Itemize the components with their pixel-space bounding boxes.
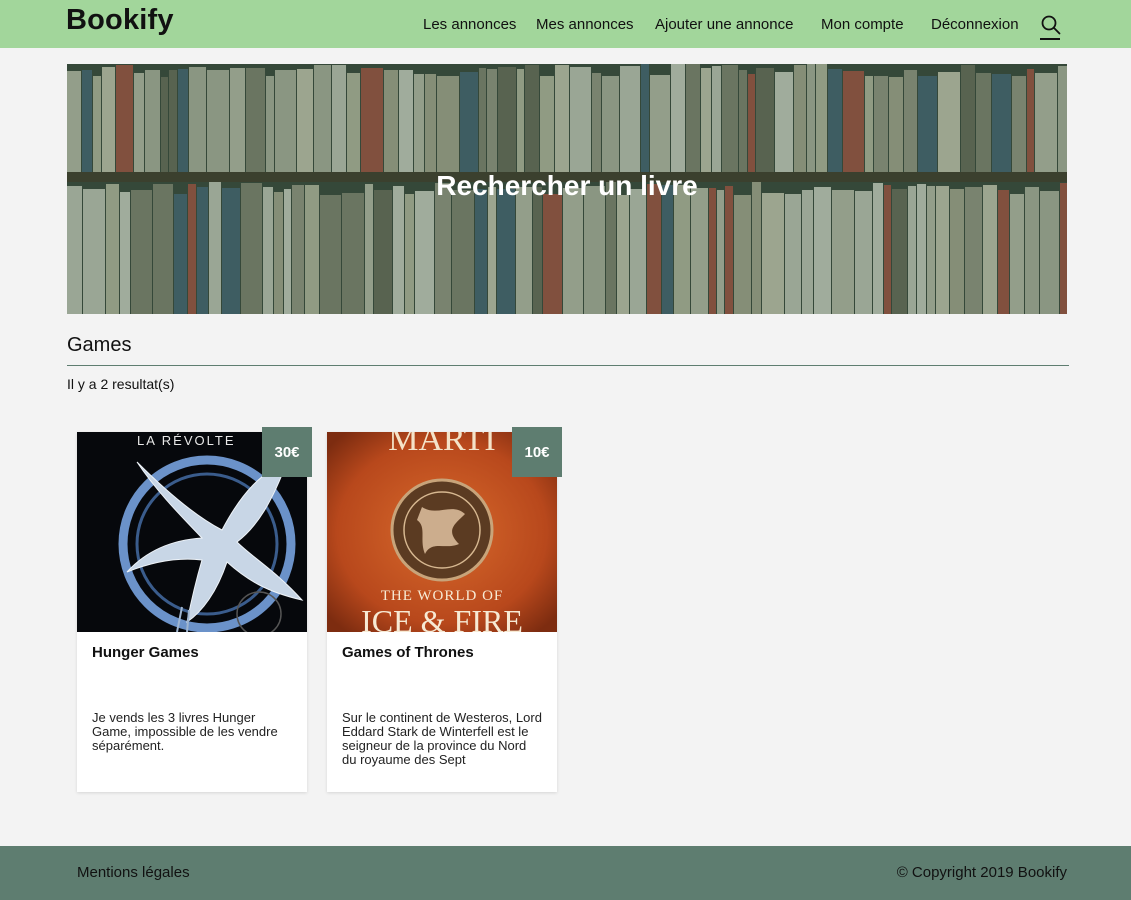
hero-banner: Rechercher un livre [67, 64, 1067, 314]
legal-notice-link[interactable]: Mentions légales [77, 864, 190, 881]
nav-ajouter-une-annonce[interactable]: Ajouter une annonce [655, 16, 793, 33]
nav-mes-annonces[interactable]: Mes annonces [536, 16, 634, 33]
price-badge: 30€ [262, 427, 312, 477]
nav-mon-compte[interactable]: Mon compte [821, 16, 904, 33]
svg-text:THE WORLD OF: THE WORLD OF [381, 588, 504, 604]
copyright-text: © Copyright 2019 Bookify [896, 864, 1067, 881]
book-title[interactable]: Hunger Games [92, 644, 199, 661]
top-navbar: Bookify Les annonces Mes annonces Ajoute… [0, 0, 1131, 48]
results-count: Il y a 2 resultat(s) [67, 376, 175, 392]
search-active-underline [1040, 38, 1060, 40]
hero-title: Rechercher un livre [436, 170, 698, 201]
book-description: Je vends les 3 livres Hunger Game, impos… [92, 710, 278, 753]
price-badge: 10€ [512, 427, 562, 477]
book-title[interactable]: Games of Thrones [342, 644, 474, 661]
svg-text:ICE & FIRE: ICE & FIRE [361, 603, 523, 632]
nav-les-annonces[interactable]: Les annonces [423, 16, 516, 33]
book-description: Sur le continent de Westeros, Lord Eddar… [342, 710, 542, 767]
book-card[interactable]: MARTI THE WORLD OF ICE & FIRE 10€ Games … [327, 427, 562, 792]
main-nav: Les annonces Mes annonces Ajouter une an… [0, 16, 1131, 38]
footer: Mentions légales © Copyright 2019 Bookif… [0, 846, 1131, 900]
book-card[interactable]: LA RÉVOLTE 30€ Hunger Games Je vends les… [77, 427, 312, 792]
cover-text: MARTI [388, 432, 496, 458]
nav-deconnexion[interactable]: Déconnexion [931, 16, 1019, 33]
search-icon [1041, 15, 1061, 35]
search-input[interactable] [67, 325, 1069, 366]
cover-text: LA RÉVOLTE [137, 433, 236, 448]
search-button[interactable] [1040, 14, 1062, 40]
